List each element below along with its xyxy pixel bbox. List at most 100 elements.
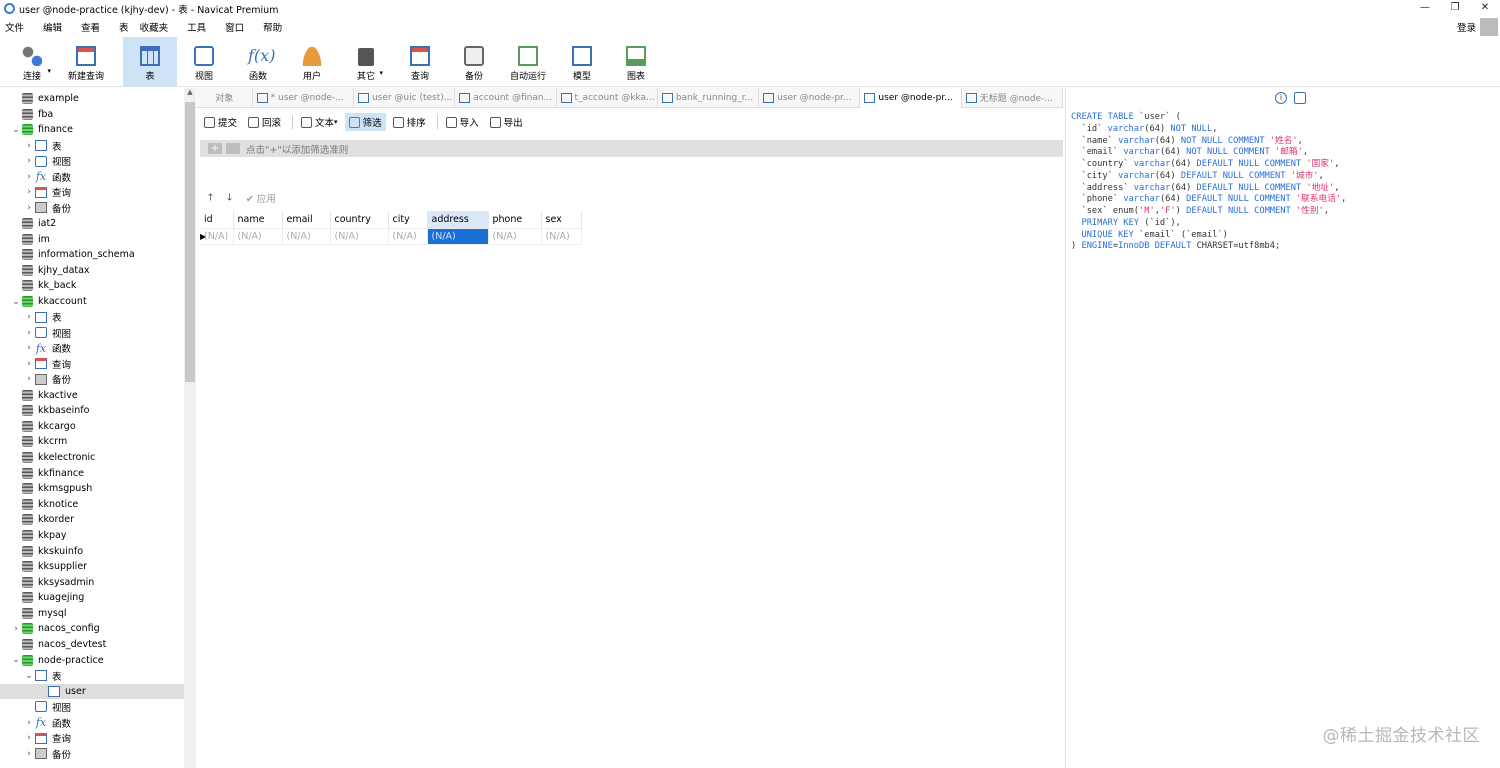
menu-table[interactable]: 表 (114, 20, 129, 34)
column-header[interactable]: city (388, 211, 428, 228)
tree-item[interactable]: › nacos_config (0, 621, 184, 637)
tree-item[interactable]: ⌄ node-practice (0, 652, 184, 668)
tree-item[interactable]: › 视图 (0, 153, 184, 169)
tree-item[interactable]: ⌄ finance (0, 122, 184, 138)
tab-table[interactable]: bank_running_r... (658, 87, 760, 108)
tab-table[interactable]: user @node-pr... (860, 87, 962, 108)
scroll-up-icon[interactable]: ▲ (184, 88, 196, 100)
tab-table[interactable]: account @finan... (455, 87, 557, 108)
tree-item[interactable]: › 表 (0, 309, 184, 325)
menu-help[interactable]: 帮助 (258, 20, 282, 34)
scrollbar-thumb[interactable] (185, 102, 195, 382)
tree-item[interactable]: 视图 (0, 699, 184, 715)
column-header[interactable]: email (282, 211, 331, 228)
column-header[interactable]: country (330, 211, 389, 228)
tree-item[interactable]: fba (0, 107, 184, 123)
chevron-right-icon[interactable]: › (23, 749, 35, 759)
grid-cell[interactable]: (N/A) (427, 227, 489, 245)
column-header[interactable]: phone (488, 211, 542, 228)
text-button[interactable]: 文本 ▾ (297, 113, 342, 131)
chevron-right-icon[interactable]: › (23, 343, 35, 353)
tree-item[interactable]: kkpay (0, 528, 184, 544)
grid-cell[interactable]: (N/A) (488, 227, 542, 245)
tree-item[interactable]: kknotice (0, 496, 184, 512)
tree-item[interactable]: › 查询 (0, 185, 184, 201)
chevron-down-icon[interactable]: ⌄ (23, 671, 35, 681)
tree-item[interactable]: › fx 函数 (0, 715, 184, 731)
login-link[interactable]: 登录 (1457, 20, 1476, 34)
sort-down-icon[interactable]: 🡓 (227, 190, 232, 206)
export-button[interactable]: 导出 (486, 113, 527, 131)
chevron-right-icon[interactable]: › (10, 624, 22, 634)
menu-edit[interactable]: 编辑 (38, 20, 62, 34)
grid-cell[interactable]: (N/A) (200, 227, 234, 245)
ddl-icon[interactable] (1294, 92, 1306, 104)
commit-button[interactable]: 提交 (200, 113, 241, 131)
menu-favorites[interactable]: 收藏夹 (135, 20, 169, 34)
tree-item[interactable]: example (0, 91, 184, 107)
tree-item[interactable]: › 视图 (0, 325, 184, 341)
restore-button[interactable]: ❐ (1440, 0, 1470, 16)
toolbar-tools-button[interactable]: ▾ 其它 (339, 37, 393, 87)
tab-table[interactable]: user @node-pr... (759, 87, 861, 108)
toolbar-view-button[interactable]: 视图 (177, 37, 231, 87)
tree-item[interactable]: › fx 函数 (0, 169, 184, 185)
toolbar-new-query-button[interactable]: 新建查询 (59, 37, 113, 87)
menu-tools[interactable]: 工具 (182, 20, 206, 34)
tab-table[interactable]: user @uic (test)... (354, 87, 456, 108)
toolbar-user-button[interactable]: 用户 (285, 37, 339, 87)
info-icon[interactable]: i (1275, 92, 1287, 104)
menu-window[interactable]: 窗口 (220, 20, 244, 34)
tree-scrollbar[interactable]: ▲ (184, 88, 196, 768)
menu-view[interactable]: 查看 (76, 20, 100, 34)
tree-item[interactable]: nacos_devtest (0, 637, 184, 653)
tab-table[interactable]: * user @node-... (253, 87, 354, 108)
chevron-right-icon[interactable]: › (23, 718, 35, 728)
tree-item[interactable]: iat2 (0, 216, 184, 232)
chevron-right-icon[interactable]: › (23, 312, 35, 322)
tree-item[interactable]: information_schema (0, 247, 184, 263)
apply-button[interactable]: ✔ 应用 (246, 191, 276, 205)
filter-button[interactable]: 筛选 (344, 113, 386, 131)
tree-item[interactable]: kkcrm (0, 434, 184, 450)
tree-item[interactable]: › 备份 (0, 200, 184, 216)
tree-item[interactable]: › fx 函数 (0, 341, 184, 357)
chevron-right-icon[interactable]: › (23, 141, 35, 151)
tree-item[interactable]: › 备份 (0, 372, 184, 388)
chevron-down-icon[interactable]: ▾ (47, 67, 51, 75)
toolbar-auto-run-button[interactable]: 自动运行 (501, 37, 555, 87)
tab-objects[interactable]: 对象 (197, 87, 253, 108)
tree-item[interactable]: kkmsgpush (0, 481, 184, 497)
tree-item[interactable]: ⌄ kkaccount (0, 294, 184, 310)
tree-item[interactable]: kkskuinfo (0, 543, 184, 559)
toolbar-function-button[interactable]: f(x) 函数 (231, 37, 285, 87)
toolbar-chart-button[interactable]: 图表 (609, 37, 663, 87)
tab-table[interactable]: 无标题 @node-... (962, 87, 1064, 108)
tree-item[interactable]: ⌄ 表 (0, 668, 184, 684)
column-header[interactable]: id (200, 211, 234, 228)
grid-cell[interactable]: (N/A) (388, 227, 428, 245)
column-header[interactable]: sex (541, 211, 582, 228)
tree-item[interactable]: kkactive (0, 387, 184, 403)
tree-item[interactable]: kkcargo (0, 418, 184, 434)
column-header[interactable]: address (427, 211, 489, 228)
tree-item[interactable]: kkfinance (0, 465, 184, 481)
filter-field-icon[interactable] (226, 143, 240, 154)
menu-file[interactable]: 文件 (0, 20, 24, 34)
close-button[interactable]: ✕ (1470, 0, 1500, 16)
toolbar-model-button[interactable]: 模型 (555, 37, 609, 87)
tab-table[interactable]: t_account @kka... (557, 87, 658, 108)
tree-item[interactable]: kk_back (0, 278, 184, 294)
tree-item[interactable]: user (0, 683, 184, 700)
grid-cell[interactable]: (N/A) (282, 227, 331, 245)
column-header[interactable]: name (233, 211, 283, 228)
chevron-down-icon[interactable]: ⌄ (10, 125, 22, 135)
tree-item[interactable]: mysql (0, 606, 184, 622)
chevron-right-icon[interactable]: › (23, 328, 35, 338)
minimize-button[interactable]: — (1410, 0, 1440, 16)
tree-item[interactable]: › 备份 (0, 746, 184, 762)
tree-item[interactable]: › 查询 (0, 356, 184, 372)
chevron-right-icon[interactable]: › (23, 374, 35, 384)
tree-item[interactable]: kksysadmin (0, 574, 184, 590)
chevron-right-icon[interactable]: › (23, 156, 35, 166)
